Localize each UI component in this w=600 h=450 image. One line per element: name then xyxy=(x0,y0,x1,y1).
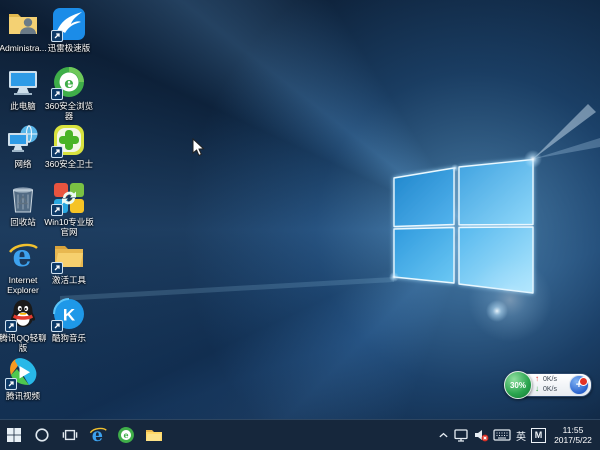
svg-text:e: e xyxy=(64,74,74,92)
shortcut-arrow-icon xyxy=(51,204,63,216)
windows-desktop: Administra...迅雷极速版此电脑e360安全浏览器网络360安全卫士回… xyxy=(0,0,600,450)
taskbar-file-explorer[interactable] xyxy=(140,420,168,450)
upload-rate-value: 0K/s xyxy=(543,376,557,383)
thunder-icon xyxy=(52,7,86,41)
internet-explorer-icon: e xyxy=(88,425,108,445)
keyboard-icon xyxy=(493,428,511,442)
shortcut-arrow-icon xyxy=(51,262,63,274)
svg-text:K: K xyxy=(63,306,76,325)
network-icon xyxy=(453,427,469,443)
desktop-icon-win10-site[interactable]: Win10专业版官网 xyxy=(47,181,91,237)
desktop-icon-label: 激活工具 xyxy=(43,275,95,285)
clock-date: 2017/5/22 xyxy=(550,435,596,445)
desktop-icon-thunder[interactable]: 迅雷极速版 xyxy=(47,7,91,53)
desktop-icon-label: 酷狗音乐 xyxy=(43,333,95,343)
desktop-icon-internet-explorer[interactable]: eInternet Explorer xyxy=(1,239,45,295)
upload-arrow-icon: ↑ xyxy=(535,374,543,384)
task-view-icon xyxy=(62,427,78,443)
desktop-icon-administrator[interactable]: Administra... xyxy=(1,7,45,53)
desktop-icon-tencent-video[interactable]: 腾讯视频 xyxy=(1,355,45,401)
desktop-icon-activation-tool[interactable]: 激活工具 xyxy=(47,239,91,285)
network-status-button[interactable] xyxy=(453,420,469,450)
tray-expand-button[interactable] xyxy=(438,420,449,450)
desktop-icon-this-pc[interactable]: 此电脑 xyxy=(1,65,45,111)
desktop-icon-360-safe[interactable]: 360安全卫士 xyxy=(47,123,91,169)
desktop-icon-label: 迅雷极速版 xyxy=(43,43,95,53)
touch-keyboard-button[interactable] xyxy=(493,420,511,450)
desktop-icon-network[interactable]: 网络 xyxy=(1,123,45,169)
taskbar-clock[interactable]: 11:55 2017/5/22 xyxy=(550,425,596,445)
desktop-icon-label: Internet Explorer xyxy=(0,275,49,295)
desktop-icon-label: 网络 xyxy=(0,159,49,169)
speedball-memory-percent[interactable]: 30% xyxy=(504,371,532,399)
task-view-button[interactable] xyxy=(56,420,84,450)
desktop-icon-kugou-music[interactable]: K酷狗音乐 xyxy=(47,297,91,343)
administrator-icon xyxy=(6,7,40,41)
taskbar-360-browser[interactable]: e xyxy=(112,420,140,450)
volume-button[interactable] xyxy=(473,420,489,450)
ime-language-indicator[interactable]: 英 xyxy=(515,428,527,443)
desktop-icon-label: Administra... xyxy=(0,43,49,53)
upload-rate-row: ↑ 0K/s xyxy=(535,374,557,384)
desktop-icon-label: 360安全卫士 xyxy=(43,159,95,169)
desktop-icon-label: 腾讯视频 xyxy=(0,391,49,401)
speedball-boost-button[interactable]: + xyxy=(569,375,589,395)
desktop-icon-label: 回收站 xyxy=(0,217,49,227)
mouse-cursor xyxy=(192,138,205,157)
desktop-icon-label: Win10专业版官网 xyxy=(43,217,95,237)
tencent-video-icon xyxy=(6,355,40,389)
internet-explorer-icon: e xyxy=(6,239,40,273)
system-tray: 英 M 11:55 2017/5/22 xyxy=(438,420,600,450)
ime-mode-indicator[interactable]: M xyxy=(531,428,546,443)
shortcut-arrow-icon xyxy=(51,320,63,332)
desktop-icon-label: 360安全浏览器 xyxy=(43,101,95,121)
download-rate-value: 0K/s xyxy=(543,386,557,393)
360-speedball-widget[interactable]: 30% ↑ 0K/s ↓ 0K/s + xyxy=(504,371,592,398)
windows-logo-icon xyxy=(6,427,22,443)
activation-tool-icon xyxy=(52,239,86,273)
qq-light-icon xyxy=(6,297,40,331)
kugou-music-icon: K xyxy=(52,297,86,331)
desktop-icon-recycle-bin[interactable]: 回收站 xyxy=(1,181,45,227)
360-browser-icon: e xyxy=(117,426,135,444)
desktop-icon-label: 腾讯QQ轻聊版 xyxy=(0,333,49,353)
svg-text:e: e xyxy=(123,431,128,440)
download-arrow-icon: ↓ xyxy=(535,384,543,394)
chevron-up-icon xyxy=(438,431,449,439)
taskbar-internet-explorer[interactable]: e xyxy=(84,420,112,450)
recycle-bin-icon xyxy=(6,181,40,215)
download-rate-row: ↓ 0K/s xyxy=(535,384,557,394)
network-icon xyxy=(6,123,40,157)
cortana-search-button[interactable] xyxy=(28,420,56,450)
this-pc-icon xyxy=(6,65,40,99)
notification-badge xyxy=(579,377,588,386)
clock-time: 11:55 xyxy=(550,425,596,435)
volume-muted-icon xyxy=(473,427,489,443)
shortcut-arrow-icon xyxy=(5,378,17,390)
desktop-icon-qq-light[interactable]: 腾讯QQ轻聊版 xyxy=(1,297,45,353)
shortcut-arrow-icon xyxy=(51,88,63,100)
desktop-icon-360-browser[interactable]: e360安全浏览器 xyxy=(47,65,91,121)
360-browser-icon: e xyxy=(52,65,86,99)
start-button[interactable] xyxy=(0,420,28,450)
desktop-icon-label: 此电脑 xyxy=(0,101,49,111)
shortcut-arrow-icon xyxy=(5,320,17,332)
file-explorer-icon xyxy=(145,427,163,443)
search-circle-icon xyxy=(34,427,50,443)
shortcut-arrow-icon xyxy=(51,146,63,158)
win10-site-icon xyxy=(52,181,86,215)
shortcut-arrow-icon xyxy=(51,30,63,42)
taskbar: e e xyxy=(0,419,600,450)
360-safe-icon xyxy=(52,123,86,157)
